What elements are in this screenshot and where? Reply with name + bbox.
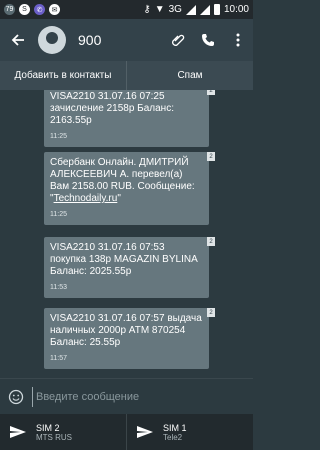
message-icon: ✉ bbox=[49, 4, 60, 15]
phone-icon bbox=[202, 34, 214, 46]
message-bubble[interactable]: 2 VISA2210 31.07.16 07:25 зачисление 215… bbox=[44, 90, 215, 147]
add-contact-button[interactable]: Добавить в контакты bbox=[0, 61, 126, 90]
notification-icon: 79 bbox=[4, 4, 15, 15]
back-button[interactable] bbox=[0, 19, 36, 61]
message-bubble[interactable]: 2 Сбербанк Онлайн. ДМИТРИЙ АЛЕКСЕЕВИЧ А.… bbox=[44, 152, 215, 225]
message-text: VISA2210 31.07.16 07:25 зачисление 2158р… bbox=[50, 91, 174, 126]
message-list[interactable]: 2 VISA2210 31.07.16 07:25 зачисление 215… bbox=[0, 90, 253, 378]
status-bar: 79 S ✆ ✉ ⚷ ▼ 3G 10:00 bbox=[0, 0, 253, 19]
message-time: 11:25 bbox=[50, 133, 67, 140]
sim-operator: MTS RUS bbox=[36, 432, 72, 442]
app-bar: 900 bbox=[0, 19, 253, 61]
sim-send-bar: SIM 2 MTS RUS SIM 1 Tele2 bbox=[0, 414, 253, 450]
message-time: 11:25 bbox=[50, 211, 67, 218]
system-icons: ⚷ ▼ 3G 10:00 bbox=[143, 4, 249, 15]
sim-operator: Tele2 bbox=[163, 432, 183, 442]
signal-icon-2 bbox=[199, 4, 210, 15]
message-bubble[interactable]: 2 VISA2210 31.07.16 07:57 выдача наличны… bbox=[44, 308, 215, 369]
message-bubble[interactable]: 2 VISA2210 31.07.16 07:53 покупка 138р M… bbox=[44, 237, 215, 298]
viber-icon: ✆ bbox=[34, 4, 45, 15]
spam-button[interactable]: Спам bbox=[126, 61, 253, 90]
key-icon: ⚷ bbox=[143, 4, 151, 15]
skype-icon: S bbox=[19, 4, 30, 15]
attach-button[interactable] bbox=[163, 19, 193, 61]
message-input[interactable] bbox=[32, 386, 243, 407]
battery-icon bbox=[213, 4, 220, 15]
wifi-icon: ▼ bbox=[154, 4, 165, 15]
send-sim1-button[interactable]: SIM 1 Tele2 bbox=[126, 414, 253, 450]
sim-badge: 2 bbox=[207, 152, 215, 161]
message-text: VISA2210 31.07.16 07:53 покупка 138р MAG… bbox=[50, 242, 198, 277]
clock: 10:00 bbox=[223, 4, 249, 15]
arrow-left-icon bbox=[11, 34, 24, 46]
menu-button[interactable] bbox=[223, 19, 253, 61]
composer bbox=[0, 378, 253, 414]
call-button[interactable] bbox=[193, 19, 223, 61]
send-sim2-button[interactable]: SIM 2 MTS RUS bbox=[0, 414, 126, 450]
sim-name: SIM 2 bbox=[36, 422, 60, 433]
message-link[interactable]: Technodaily.ru bbox=[54, 193, 118, 204]
person-icon bbox=[46, 32, 58, 44]
paperclip-icon bbox=[172, 34, 185, 46]
sim-badge: 2 bbox=[207, 237, 215, 246]
contact-actions: Добавить в контакты Спам bbox=[0, 61, 253, 90]
sim-badge: 2 bbox=[207, 90, 215, 95]
smiley-icon bbox=[8, 389, 24, 404]
message-time: 11:57 bbox=[50, 355, 67, 362]
send-icon bbox=[10, 426, 26, 438]
message-text: Сбербанк Онлайн. ДМИТРИЙ АЛЕКСЕЕВИЧ А. п… bbox=[50, 157, 203, 205]
sim-name: SIM 1 bbox=[163, 422, 187, 433]
conversation-title: 900 bbox=[78, 32, 102, 48]
avatar[interactable] bbox=[38, 26, 66, 54]
send-icon bbox=[137, 426, 153, 438]
signal-icon bbox=[185, 4, 196, 15]
network-type: 3G bbox=[168, 4, 182, 15]
notification-icons: 79 S ✆ ✉ bbox=[4, 4, 60, 15]
emoji-button[interactable] bbox=[0, 379, 32, 415]
more-vert-icon bbox=[236, 33, 240, 47]
sim-badge: 2 bbox=[207, 308, 215, 317]
message-time: 11:53 bbox=[50, 284, 67, 291]
message-text: VISA2210 31.07.16 07:57 выдача наличных … bbox=[50, 313, 202, 348]
message-text-part: " bbox=[117, 193, 121, 204]
